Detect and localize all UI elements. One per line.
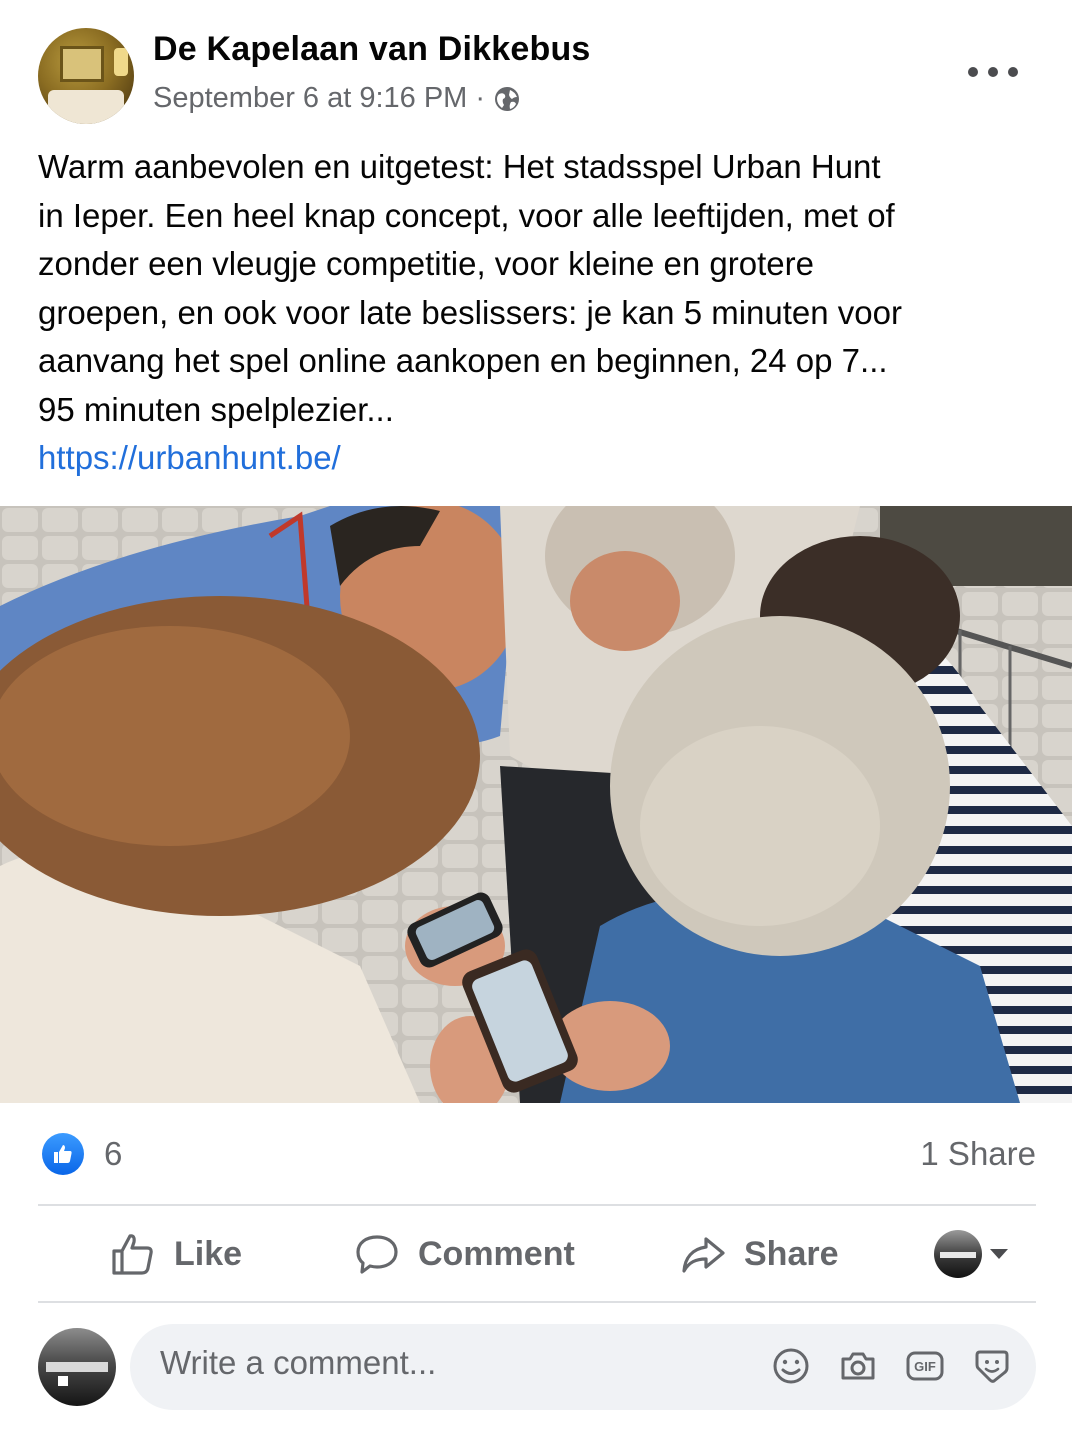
emoji-icon[interactable] [771, 1346, 811, 1386]
post-text-line: groepen, en ook voor late beslissers: je… [38, 293, 902, 331]
like-reaction-icon[interactable] [42, 1133, 84, 1175]
post-timestamp[interactable]: September 6 at 9:16 PM [153, 82, 467, 115]
page-avatar[interactable] [38, 28, 134, 124]
like-button[interactable]: Like [110, 1206, 242, 1302]
share-arrow-icon [682, 1237, 725, 1273]
post-actions: Like Comment Share [0, 1206, 1072, 1302]
avatar-bed [48, 90, 124, 124]
my-avatar[interactable] [38, 1328, 116, 1406]
comment-label: Comment [418, 1234, 575, 1273]
post-text-line: in Ieper. Een heel knap concept, voor al… [38, 196, 895, 234]
reaction-profile-selector[interactable] [934, 1230, 1008, 1278]
comment-placeholder[interactable]: Write a comment... [160, 1344, 436, 1382]
more-dot [988, 67, 998, 77]
post-link[interactable]: https://urbanhunt.be/ [38, 434, 1048, 483]
more-dot [968, 67, 978, 77]
like-label: Like [174, 1234, 243, 1273]
post-header: De Kapelaan van Dikkebus September 6 at … [0, 0, 1072, 140]
page-name[interactable]: De Kapelaan van Dikkebus [153, 30, 591, 69]
thumbs-up-outline-icon [112, 1234, 153, 1275]
post-text-line: zonder een vleugje competitie, voor klei… [38, 245, 814, 282]
post-text-line: Warm aanbevolen en uitgetest: Het stadss… [38, 148, 881, 185]
camera-icon[interactable] [838, 1346, 878, 1386]
thumbs-up-icon [54, 1145, 72, 1163]
reactions-bar: 6 1 Share [38, 1125, 1036, 1185]
share-count[interactable]: 1 Share [920, 1135, 1036, 1173]
divider [38, 1301, 1036, 1303]
chevron-down-icon [990, 1249, 1008, 1259]
share-button[interactable]: Share [680, 1206, 839, 1302]
post-text-line: aanvang het spel online aankopen en begi… [38, 342, 888, 379]
comment-composer: Write a comment... GIF [0, 1322, 1072, 1412]
gif-icon[interactable]: GIF [905, 1346, 945, 1386]
avatar-painting [60, 46, 104, 82]
share-label: Share [744, 1234, 839, 1273]
comment-bubble-icon [356, 1235, 398, 1274]
globe-icon [495, 86, 520, 111]
group-photo-illustration [0, 506, 1072, 1103]
profile-avatar [934, 1230, 982, 1278]
post-text-line: 95 minuten spelplezier... [38, 390, 394, 428]
avatar-lamp [114, 48, 128, 76]
like-count[interactable]: 6 [104, 1135, 122, 1173]
sticker-icon[interactable] [972, 1346, 1012, 1386]
post-meta: September 6 at 9:16 PM · [153, 82, 521, 115]
more-options-button[interactable] [968, 52, 1018, 92]
comment-button[interactable]: Comment [354, 1206, 575, 1302]
post-body: Warm aanbevolen en uitgetest: Het stadss… [38, 143, 1048, 483]
more-dot [1008, 67, 1018, 77]
svg-text:GIF: GIF [914, 1359, 936, 1374]
meta-separator: · [475, 82, 486, 114]
post-photo[interactable] [0, 506, 1072, 1103]
